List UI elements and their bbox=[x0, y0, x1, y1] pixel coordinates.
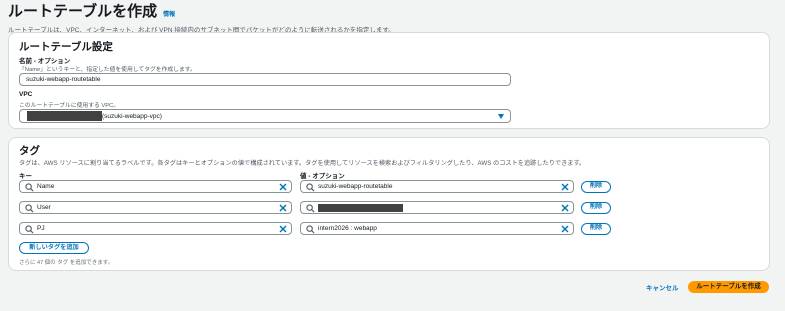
close-icon[interactable] bbox=[561, 183, 569, 191]
close-icon[interactable] bbox=[561, 204, 569, 212]
caret-down-icon bbox=[498, 114, 504, 119]
tags-description: タグは、AWS リソースに割り当てるラベルです。各タグはキーとオプションの値で構… bbox=[19, 160, 586, 167]
remove-tag-button[interactable]: 削除 bbox=[581, 222, 611, 235]
tag-value-input[interactable] bbox=[300, 201, 574, 214]
tag-value-header: 値 - オプション bbox=[300, 173, 345, 180]
tag-key-input[interactable]: PJ bbox=[19, 222, 292, 235]
name-input[interactable] bbox=[19, 73, 511, 86]
close-icon[interactable] bbox=[279, 225, 287, 233]
tag-value-input[interactable]: intern2026 : webapp bbox=[300, 222, 574, 235]
search-icon bbox=[306, 183, 315, 192]
add-tag-hint: さらに 47 個の タグ を追加できます。 bbox=[19, 260, 114, 266]
vpc-select[interactable]: (suzuki-webapp-vpc) bbox=[19, 109, 511, 123]
close-icon[interactable] bbox=[279, 204, 287, 212]
tag-key-header: キー bbox=[19, 173, 32, 180]
vpc-select-value: (suzuki-webapp-vpc) bbox=[102, 113, 162, 120]
tag-value-text: suzuki-webapp-routetable bbox=[318, 183, 393, 190]
search-icon bbox=[25, 183, 34, 192]
tag-value-text: intern2026 : webapp bbox=[318, 225, 377, 232]
search-icon bbox=[25, 225, 34, 234]
tags-panel-title: タグ bbox=[19, 145, 40, 157]
name-field-hint: 「Name」というキーと、指定した値を使用してタグを作成します。 bbox=[19, 67, 196, 73]
redacted-vpc-id bbox=[27, 111, 102, 121]
redacted-tag-value bbox=[318, 204, 403, 212]
cancel-button[interactable]: キャンセル bbox=[646, 282, 679, 292]
settings-panel-title: ルートテーブル設定 bbox=[19, 41, 113, 53]
route-table-settings-panel: ルートテーブル設定 名前 - オプション 「Name」というキーと、指定した値を… bbox=[8, 32, 770, 129]
tag-key-value: PJ bbox=[37, 225, 45, 232]
search-icon bbox=[306, 204, 315, 213]
page-header: ルートテーブルを作成 情報 ルートテーブルは、VPC、インターネット、および V… bbox=[8, 3, 778, 34]
page-title: ルートテーブルを作成 bbox=[8, 3, 158, 20]
add-tag-button[interactable]: 新しいタグを追加 bbox=[19, 242, 89, 254]
tag-key-value: Name bbox=[37, 183, 55, 190]
close-icon[interactable] bbox=[279, 183, 287, 191]
vpc-field-hint: このルートテーブルに使用する VPC。 bbox=[19, 103, 120, 109]
tag-value-input[interactable]: suzuki-webapp-routetable bbox=[300, 180, 574, 193]
remove-tag-button[interactable]: 削除 bbox=[581, 201, 611, 214]
tag-key-input[interactable]: User bbox=[19, 201, 292, 214]
info-link[interactable]: 情報 bbox=[163, 9, 175, 18]
search-icon bbox=[25, 204, 34, 213]
close-icon[interactable] bbox=[561, 225, 569, 233]
search-icon bbox=[306, 225, 315, 234]
tags-panel: タグ タグは、AWS リソースに割り当てるラベルです。各タグはキーとオプションの… bbox=[8, 137, 770, 271]
title-row: ルートテーブルを作成 情報 bbox=[8, 3, 778, 21]
create-route-table-button[interactable]: ルートテーブルを作成 bbox=[688, 281, 769, 293]
vpc-field-label: VPC bbox=[19, 91, 33, 98]
tag-key-value: User bbox=[37, 204, 51, 211]
tag-key-input[interactable]: Name bbox=[19, 180, 292, 193]
remove-tag-button[interactable]: 削除 bbox=[581, 180, 611, 193]
